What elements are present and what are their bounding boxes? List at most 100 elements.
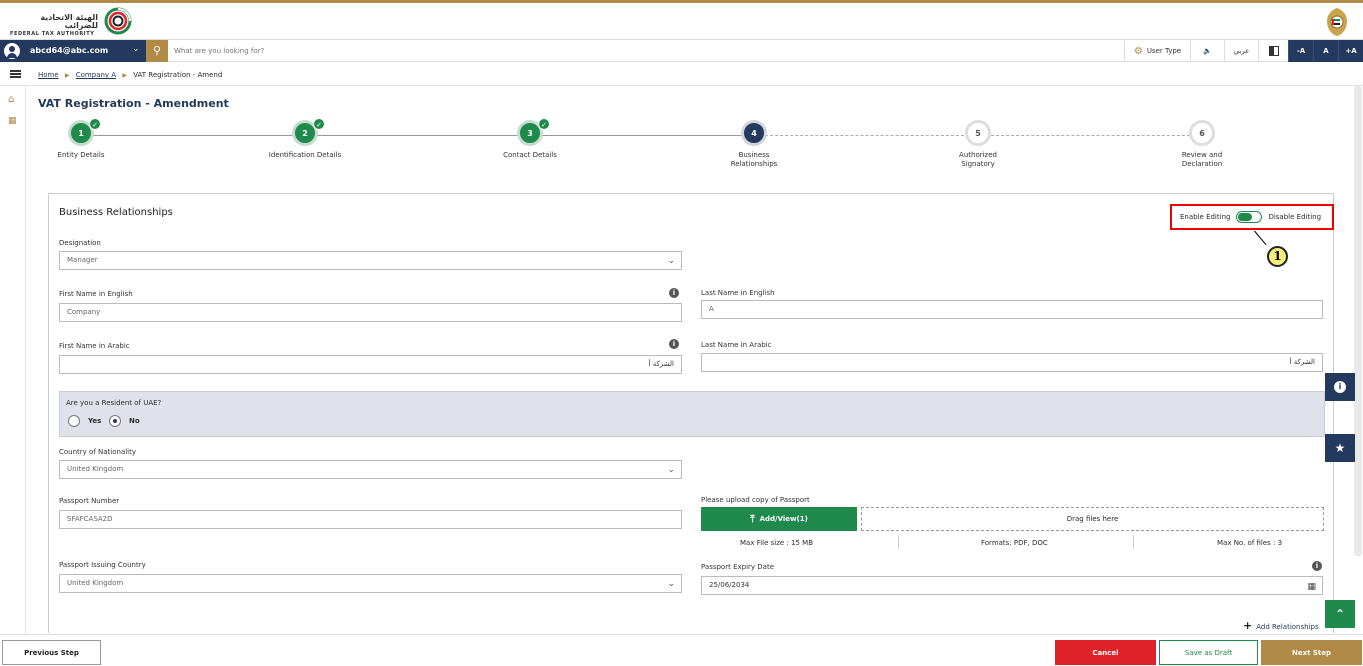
left-rail: ⌂ ▦ <box>0 86 26 634</box>
first-name-ar-label: First Name in Arabic <box>59 342 130 350</box>
check-icon: ✓ <box>313 118 325 130</box>
user-type-button[interactable]: ⚙ User Type <box>1124 40 1190 62</box>
home-icon[interactable]: ⌂ <box>8 94 14 105</box>
max-files: Max No. of files : 3 <box>1217 539 1283 547</box>
step-circle: 2 ✓ <box>292 118 325 146</box>
next-step-button[interactable]: Next Step <box>1261 640 1362 665</box>
step-circle: 6 <box>1189 120 1215 146</box>
step-circle: 5 <box>965 120 991 146</box>
first-name-en-field[interactable]: Company <box>59 303 682 322</box>
chevron-down-icon[interactable]: ⌄ <box>132 44 140 54</box>
breadcrumb-bar: Home ▶ Company A ▶ VAT Registration - Am… <box>0 62 1363 86</box>
form-footer: Previous Step Cancel Save as Draft Next … <box>0 634 1363 666</box>
editing-toggle-switch[interactable] <box>1236 211 1263 223</box>
resident-question-panel: Are you a Resident of UAE? Yes No <box>59 391 1325 437</box>
info-icon[interactable]: i <box>1312 561 1322 571</box>
step-review-declaration[interactable]: 6 Review and Declaration <box>1132 120 1272 169</box>
breadcrumb-home[interactable]: Home <box>38 71 59 79</box>
brand-header: الهيئة الاتحادية للضرائب FEDERAL TAX AUT… <box>0 3 1363 39</box>
user-menu[interactable]: abcd64@abc.com ⌄ <box>0 40 146 62</box>
search-input[interactable] <box>174 43 774 59</box>
step-label: Entity Details <box>57 151 105 159</box>
page-scrollbar[interactable] <box>1354 86 1362 556</box>
step-label: Authorized Signatory <box>959 151 997 168</box>
breadcrumb-separator-icon: ▶ <box>64 72 70 79</box>
add-relationships-link[interactable]: + Add Relationships <box>1243 619 1319 632</box>
last-name-en-field[interactable]: A <box>701 300 1323 319</box>
callout-pointer <box>1254 230 1267 246</box>
resident-yes-label: Yes <box>88 417 102 425</box>
star-icon: ★ <box>1334 441 1346 455</box>
cancel-button[interactable]: Cancel <box>1055 640 1156 665</box>
step-entity-details[interactable]: 1 ✓ Entity Details <box>11 118 151 160</box>
allowed-formats: Formats: PDF, DOC <box>981 539 1048 547</box>
first-name-ar-field[interactable]: الشركة أ <box>59 355 682 374</box>
chevron-down-icon: ⌄ <box>667 256 675 266</box>
logo-arabic-name: الهيئة الاتحادية للضرائب <box>40 13 98 30</box>
info-icon[interactable]: i <box>669 288 679 298</box>
resident-question: Are you a Resident of UAE? <box>66 399 162 407</box>
breadcrumb-company[interactable]: Company A <box>76 71 116 79</box>
info-side-button[interactable]: i <box>1325 373 1355 401</box>
issuing-country-label: Passport Issuing Country <box>59 561 146 569</box>
search-icon[interactable]: ⚲ <box>146 40 168 62</box>
step-contact-details[interactable]: 3 ✓ Contact Details <box>460 118 600 160</box>
max-file-size: Max File size : 15 MB <box>740 539 813 547</box>
upload-icon: ⤒ <box>750 513 755 525</box>
nationality-select[interactable]: United Kingdom ⌄ <box>59 460 682 479</box>
chevron-down-icon: ⌄ <box>667 579 675 589</box>
save-draft-button[interactable]: Save as Draft <box>1159 640 1258 665</box>
font-normal-button[interactable]: A <box>1313 40 1338 62</box>
user-email: abcd64@abc.com <box>30 46 109 55</box>
add-view-upload-button[interactable]: ⤒ Add/View(1) <box>701 507 857 531</box>
expiry-date-field[interactable]: 25/06/2034 ▦ <box>701 576 1323 595</box>
divider <box>898 535 899 549</box>
nationality-label: Country of Nationality <box>59 448 137 456</box>
progress-stepper: 1 ✓ Entity Details 2 ✓ Identification De… <box>38 118 1338 180</box>
last-name-en-label: Last Name in English <box>701 289 775 297</box>
font-decrease-button[interactable]: -A <box>1288 40 1313 62</box>
chevron-down-icon: ⌄ <box>667 465 675 475</box>
last-name-ar-label: Last Name in Arabic <box>701 341 772 349</box>
step-business-relationships[interactable]: 4 Business Relationships <box>684 120 824 169</box>
user-avatar-icon <box>4 43 20 59</box>
fta-logo-text[interactable]: الهيئة الاتحادية للضرائب FEDERAL TAX AUT… <box>10 14 98 38</box>
resident-yes-radio[interactable] <box>68 415 80 427</box>
disable-editing-label: Disable Editing <box>1268 213 1322 221</box>
issuing-country-select[interactable]: United Kingdom ⌄ <box>59 574 682 593</box>
calendar-icon[interactable]: ▦ <box>1307 579 1316 596</box>
step-authorized-signatory[interactable]: 5 Authorized Signatory <box>908 120 1048 169</box>
previous-step-button[interactable]: Previous Step <box>2 640 101 665</box>
step-circle: 3 ✓ <box>517 118 550 146</box>
font-increase-button[interactable]: +A <box>1338 40 1363 62</box>
navbar-tools: ⚙ User Type 🔈 عربي -A A +A <box>1124 40 1363 62</box>
info-icon[interactable]: i <box>669 339 679 349</box>
menu-icon[interactable] <box>10 70 21 78</box>
scroll-top-button[interactable]: ⌃ <box>1325 600 1355 628</box>
user-type-label: User Type <box>1146 47 1182 55</box>
contrast-icon <box>1268 46 1279 56</box>
language-toggle[interactable]: عربي <box>1224 40 1258 62</box>
gear-icon: ⚙ <box>1133 45 1143 57</box>
resident-no-label: No <box>129 417 140 425</box>
expiry-date-label: Passport Expiry Date <box>701 563 774 571</box>
breadcrumb-current: VAT Registration - Amend <box>133 71 223 79</box>
double-chevron-up-icon: ⌃ <box>1334 607 1346 621</box>
contrast-button[interactable] <box>1258 40 1288 62</box>
breadcrumb-separator-icon: ▶ <box>122 72 127 79</box>
last-name-ar-field[interactable]: الشركة أ <box>701 353 1323 372</box>
resident-no-radio[interactable] <box>109 415 121 427</box>
step-label: Review and Declaration <box>1181 151 1223 168</box>
passport-number-field[interactable]: SFAFCASA2D <box>59 510 682 529</box>
fta-logo-icon[interactable] <box>104 7 132 35</box>
step-identification-details[interactable]: 2 ✓ Identification Details <box>235 118 375 160</box>
callout-marker: 1 <box>1267 246 1288 267</box>
upload-label: Please upload copy of Passport <box>701 496 810 504</box>
top-navbar: abcd64@abc.com ⌄ ⚲ ⚙ User Type 🔈 عربي -A… <box>0 39 1363 62</box>
designation-select[interactable]: Manager ⌄ <box>59 251 682 270</box>
file-dropzone[interactable]: Drag files here <box>861 507 1324 531</box>
page-title: VAT Registration - Amendment <box>38 97 229 110</box>
speaker-icon[interactable]: 🔈 <box>1190 40 1224 62</box>
designation-label: Designation <box>59 239 101 247</box>
favorite-side-button[interactable]: ★ <box>1325 434 1355 462</box>
